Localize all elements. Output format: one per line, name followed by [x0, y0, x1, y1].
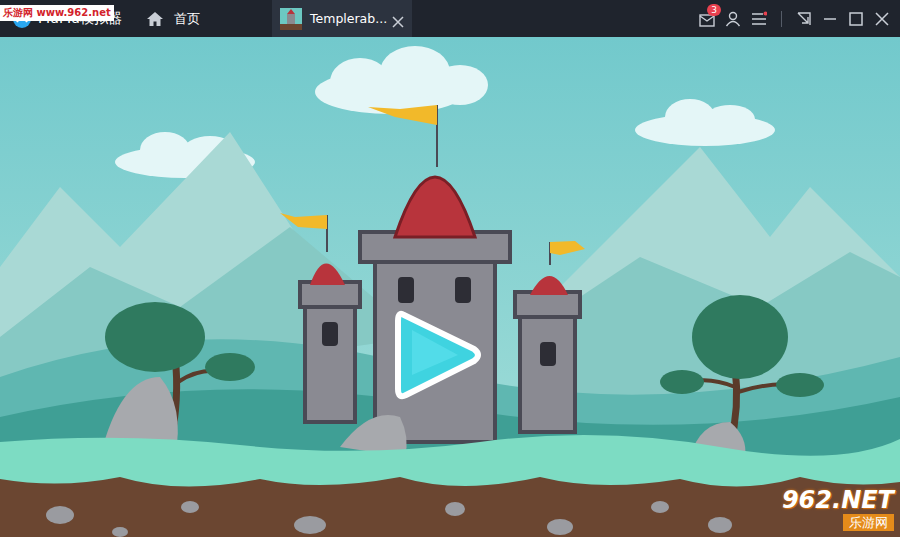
- user-icon[interactable]: [725, 11, 741, 27]
- maximize-icon[interactable]: [848, 11, 864, 27]
- tab-label: Templerab...: [310, 11, 384, 26]
- minimize-icon[interactable]: [822, 11, 838, 27]
- mail-icon[interactable]: 3: [699, 12, 715, 26]
- watermark-brand: 962.NET: [782, 486, 894, 514]
- title-bar: MuMu模拟器首页Templerab...3: [0, 0, 900, 37]
- home-icon: [146, 11, 164, 27]
- mail-badge: 3: [707, 4, 721, 16]
- separator: [781, 11, 782, 27]
- game-thumbnail-icon: [280, 8, 302, 30]
- window-controls: 3: [699, 0, 900, 37]
- watermark-bottom: 962.NET乐游网: [782, 486, 894, 531]
- play-icon: [390, 305, 485, 405]
- watermark-top: 乐游网 www.962.net: [0, 5, 114, 21]
- menu-icon[interactable]: [751, 11, 767, 27]
- home-label: 首页: [174, 10, 200, 28]
- close-icon[interactable]: [874, 11, 890, 27]
- shrink-icon[interactable]: [796, 11, 812, 27]
- home-button[interactable]: 首页: [140, 10, 200, 28]
- watermark-name: 乐游网: [843, 514, 894, 531]
- game-screen[interactable]: 962.NET乐游网: [0, 37, 900, 537]
- app-tab[interactable]: Templerab...: [272, 0, 412, 37]
- close-tab-icon[interactable]: [392, 13, 404, 25]
- play-button[interactable]: [390, 305, 485, 405]
